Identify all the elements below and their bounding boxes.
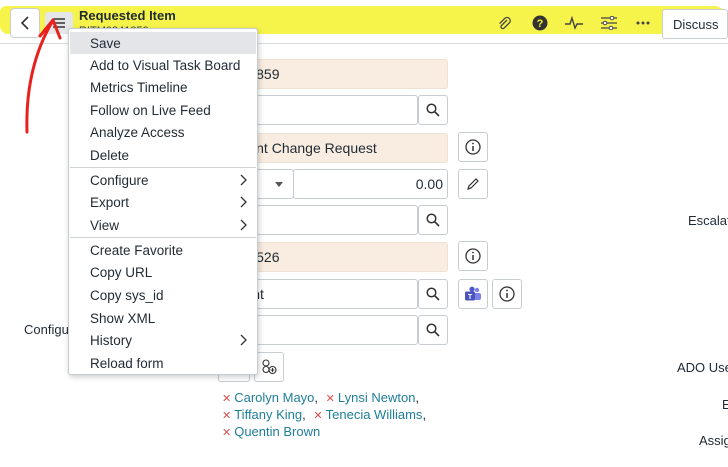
menu-item-copy-url[interactable]: Copy URL	[70, 261, 256, 283]
price-field[interactable]: 0.00	[293, 169, 448, 199]
svg-text:?: ?	[537, 18, 544, 30]
remove-icon[interactable]: ✕	[326, 393, 335, 405]
watch-list-user[interactable]: Carolyn Mayo	[234, 390, 314, 405]
remove-icon[interactable]: ✕	[313, 410, 322, 422]
info-icon	[465, 248, 481, 264]
right-label-e: E	[722, 397, 728, 412]
menu-item-analyze-access[interactable]: Analyze Access	[70, 121, 256, 143]
watch-list-user[interactable]: Tenecia Williams	[326, 407, 423, 422]
chevron-right-icon	[240, 196, 247, 208]
escalation-label: Escalat	[688, 213, 728, 228]
discuss-button[interactable]: Discuss	[662, 9, 728, 39]
watch-list-user[interactable]: Lynsi Newton	[338, 390, 416, 405]
edit-price-button[interactable]	[458, 169, 488, 199]
chevron-down-icon	[275, 182, 283, 187]
ado-user-label: ADO Use	[677, 360, 728, 375]
search-icon	[426, 287, 440, 301]
add-me-button[interactable]	[254, 352, 284, 382]
menu-item-label: Configure	[90, 172, 149, 188]
configuration-lookup-button[interactable]	[418, 315, 448, 345]
personalize-button[interactable]	[600, 14, 618, 32]
search-icon	[426, 323, 440, 337]
menu-item-configure[interactable]: Configure	[70, 169, 256, 191]
menu-item-export[interactable]: Export	[70, 191, 256, 213]
menu-item-label: Export	[90, 194, 130, 210]
help-button[interactable]: ?	[531, 14, 549, 32]
menu-item-follow-on-live-feed[interactable]: Follow on Live Feed	[70, 99, 256, 121]
menu-item-label: View	[90, 217, 120, 233]
assignment-label: Assig	[699, 433, 728, 448]
chevron-right-icon	[240, 174, 247, 186]
sliders-icon	[601, 16, 617, 30]
menu-item-create-favorite[interactable]: Create Favorite	[70, 239, 256, 261]
pencil-icon	[467, 178, 479, 190]
menu-item-copy-sys-id[interactable]: Copy sys_id	[70, 284, 256, 306]
context-menu: Save Add to Visual Task Board Metrics Ti…	[68, 28, 258, 375]
page-title: Requested Item	[79, 8, 176, 23]
activity-button[interactable]	[565, 14, 583, 32]
menu-item-view[interactable]: View	[70, 214, 256, 236]
help-icon: ?	[532, 15, 548, 31]
info-icon	[499, 286, 515, 302]
search-icon	[426, 213, 440, 227]
configuration-label: Configu	[24, 322, 69, 337]
menu-item-metrics-timeline[interactable]: Metrics Timeline	[70, 76, 256, 98]
menu-divider	[70, 237, 256, 238]
add-user-icon	[262, 359, 277, 375]
watch-list-user[interactable]: Quentin Brown	[234, 424, 320, 439]
menu-item-show-xml[interactable]: Show XML	[70, 307, 256, 329]
menu-item-save[interactable]: Save	[70, 32, 256, 54]
menu-item-add-to-visual-task-board[interactable]: Add to Visual Task Board	[70, 54, 256, 76]
item-info-button[interactable]	[458, 132, 488, 162]
attachment-button[interactable]	[495, 14, 513, 32]
chevron-right-icon	[240, 334, 247, 346]
watch-list-row-3: ✕ Quentin Brown	[222, 424, 324, 439]
teams-icon: T	[465, 286, 481, 301]
paperclip-icon	[499, 16, 511, 30]
menu-item-reload-form[interactable]: Reload form	[70, 352, 256, 374]
chevron-left-icon	[20, 16, 29, 30]
watch-list-row-1: ✕ Carolyn Mayo, ✕ Lynsi Newton,	[222, 390, 420, 405]
menu-divider	[70, 167, 256, 168]
more-button[interactable]	[634, 14, 652, 32]
watch-list-row-2: ✕ Tiffany King, ✕ Tenecia Williams,	[222, 407, 427, 422]
menu-item-history[interactable]: History	[70, 329, 256, 351]
menu-item-delete[interactable]: Delete	[70, 144, 256, 166]
info-icon	[465, 139, 481, 155]
menu-item-label: History	[90, 332, 133, 348]
lookup-button[interactable]	[418, 95, 448, 125]
remove-icon[interactable]: ✕	[222, 393, 231, 405]
remove-icon[interactable]: ✕	[222, 410, 231, 422]
more-icon	[636, 21, 650, 25]
chevron-right-icon	[240, 219, 247, 231]
requested-item-form: Requested Item RITM0341859 ? Discuss 034…	[0, 0, 728, 467]
request-info-button[interactable]	[458, 241, 488, 271]
back-button[interactable]	[10, 8, 40, 38]
activity-icon	[565, 16, 583, 30]
requested-for-info-button[interactable]	[492, 279, 522, 309]
remove-icon[interactable]: ✕	[222, 427, 231, 439]
hamburger-icon	[53, 18, 65, 28]
watch-list-user[interactable]: Tiffany King	[234, 407, 302, 422]
requested-for-lookup-button[interactable]	[418, 279, 448, 309]
svg-text:T: T	[468, 294, 473, 301]
teams-chat-button[interactable]: T	[458, 279, 488, 309]
lookup-button-2[interactable]	[418, 205, 448, 235]
search-icon	[426, 103, 440, 117]
